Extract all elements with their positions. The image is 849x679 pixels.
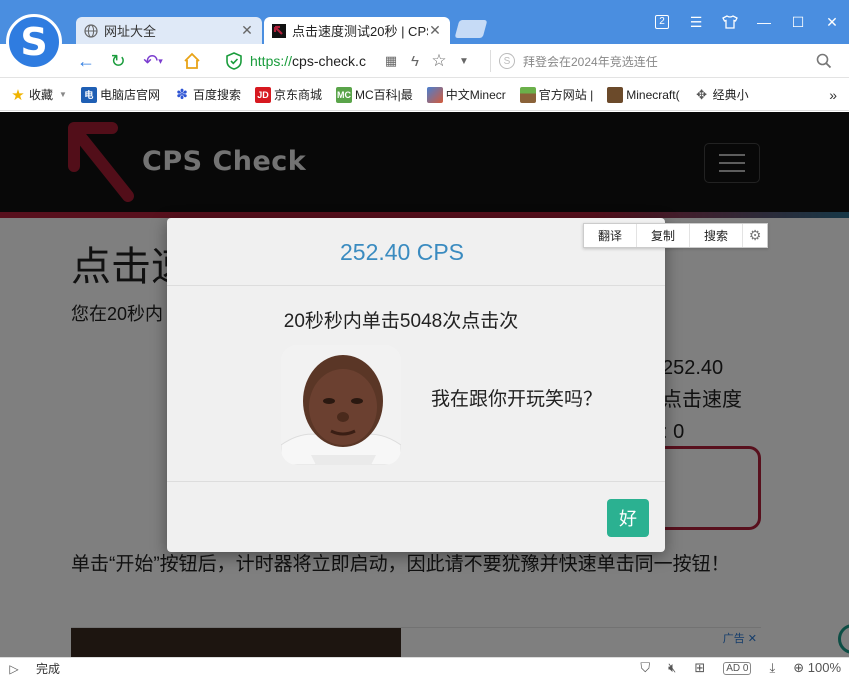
tab-label: 点击速度测试20秒 | CPS — [292, 24, 428, 39]
browser-titlebar: S 网址大全 ✕ 点击速度测试20秒 | CPS ✕ 2 ☰ — ☐ ✕ — [0, 0, 849, 70]
bookmark-favorites[interactable]: ★ 收藏 ▼ — [10, 86, 67, 104]
bookmark-item[interactable]: ✥ 经典小 — [694, 86, 748, 103]
window-controls: 2 ☰ — ☐ ✕ — [645, 0, 849, 44]
window-switch-button[interactable]: 2 — [645, 0, 679, 44]
address-bar: ← ↻ ↶ ▾ https://cps-check.c ▦ ϟ ☆ ▼ S 拜登会… — [0, 44, 849, 78]
minimize-button[interactable]: — — [747, 0, 781, 44]
menu-icon[interactable]: ☰ — [679, 0, 713, 44]
maximize-button[interactable]: ☐ — [781, 0, 815, 44]
bookmark-item[interactable]: MC MC百科|最 — [335, 86, 413, 103]
browser-logo[interactable]: S — [6, 14, 62, 70]
screenshot-icon[interactable]: ⊞ — [694, 660, 705, 676]
tab-nav-home[interactable]: 网址大全 ✕ — [76, 17, 262, 44]
bookmarks-bar: ★ 收藏 ▼ 电 电脑店官网 ✽ 百度搜索 JD 京东商城 MC MC百科|最 … — [0, 79, 849, 111]
tab-cps-check[interactable]: 点击速度测试20秒 | CPS ✕ — [264, 17, 450, 44]
qr-code-icon[interactable]: ▦ — [382, 51, 400, 71]
status-text: 完成 — [36, 662, 61, 676]
classic-games-icon: ✥ — [696, 86, 708, 102]
zoom-control[interactable]: ⊕ 100% — [793, 660, 841, 676]
computer-store-icon: 电 — [80, 86, 97, 103]
globe-icon — [84, 23, 98, 38]
bookmark-item[interactable]: 官方网站 | — [519, 86, 593, 103]
gear-icon[interactable]: ⚙ — [743, 224, 767, 247]
search-selection-button[interactable]: 搜索 — [690, 224, 744, 247]
modal-footer: 好 — [167, 481, 665, 552]
refresh-icon[interactable]: ↻ — [106, 51, 130, 71]
bookmark-item[interactable]: JD 京东商城 — [254, 86, 322, 103]
shield-check-icon[interactable]: ⛉ — [640, 660, 650, 676]
star-favorite-icon[interactable]: ☆ — [428, 51, 450, 71]
close-tab-icon[interactable]: ✕ — [428, 22, 442, 39]
zoom-icon: ⊕ — [793, 660, 805, 675]
secure-shield-icon[interactable] — [222, 51, 246, 71]
bookmark-item[interactable]: 中文Minecr — [426, 86, 506, 103]
tab-label: 网址大全 — [104, 24, 157, 39]
undo-close-icon[interactable]: ↶ ▾ — [138, 51, 168, 71]
ok-button[interactable]: 好 — [607, 499, 649, 537]
back-arrow-icon[interactable]: ← — [74, 51, 98, 71]
lightning-icon[interactable]: ϟ — [406, 51, 424, 71]
modal-message: 20秒秒内单击5048次点击次 — [283, 311, 519, 332]
close-tab-icon[interactable]: ✕ — [240, 22, 254, 39]
minecraft-block-icon — [607, 86, 624, 103]
result-modal: 252.40 CPS × 20秒秒内单击5048次点击次 我在跟你开玩笑吗？ 好 — [167, 218, 665, 552]
minecraft-cube-icon — [426, 86, 443, 103]
download-icon[interactable]: ⤓ — [769, 660, 775, 676]
modal-title: 252.40 CPS — [339, 239, 465, 265]
home-icon[interactable] — [180, 51, 204, 71]
search-input[interactable]: S 拜登会在2024年竞选连任 — [490, 50, 840, 72]
chevron-down-icon: ▼ — [59, 90, 67, 99]
skin-shirt-icon[interactable] — [713, 0, 747, 44]
mc-wiki-icon: MC — [335, 86, 352, 103]
search-engine-icon[interactable]: S — [499, 53, 515, 69]
translate-button[interactable]: 翻译 — [584, 224, 638, 247]
meme-photo — [281, 345, 401, 465]
status-tools: ⛉ 🔇︎ ⊞ AD 0 ⤓ ⊕ 100% — [640, 660, 841, 676]
modal-joke-text: 我在跟你开玩笑吗？ — [431, 389, 603, 410]
close-window-button[interactable]: ✕ — [815, 0, 849, 44]
more-bookmarks-icon[interactable]: » — [829, 87, 837, 103]
baidu-paw-icon: ✽ — [176, 86, 188, 102]
grass-block-icon — [519, 86, 536, 103]
status-bar: ▷ 完成 ⛉ 🔇︎ ⊞ AD 0 ⤓ ⊕ 100% — [0, 657, 849, 679]
jd-icon: JD — [254, 86, 271, 103]
sidebar-toggle-icon[interactable]: ▷ — [0, 662, 28, 676]
bookmark-item[interactable]: Minecraft( — [607, 86, 680, 103]
mute-icon[interactable]: 🔇︎ — [668, 660, 676, 676]
adblock-badge[interactable]: AD 0 — [723, 661, 752, 675]
copy-button[interactable]: 复制 — [637, 224, 691, 247]
cps-favicon-icon — [272, 23, 286, 38]
star-icon: ★ — [11, 86, 25, 104]
chevron-down-icon[interactable]: ▼ — [456, 51, 472, 71]
search-suggestion-text: 拜登会在2024年竞选连任 — [523, 54, 658, 69]
new-tab-button[interactable] — [454, 20, 488, 38]
bookmark-item[interactable]: ✽ 百度搜索 — [174, 86, 241, 103]
selection-toolbar: 翻译 复制 搜索 ⚙ — [583, 223, 769, 248]
bookmark-item[interactable]: 电 电脑店官网 — [80, 86, 160, 103]
search-icon[interactable] — [814, 51, 834, 71]
